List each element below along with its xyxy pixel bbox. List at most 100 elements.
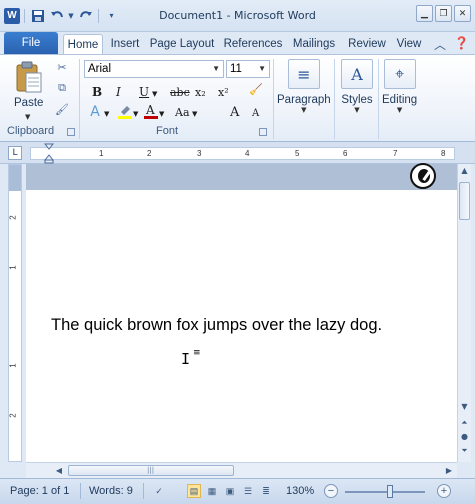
ruler-mark: 1: [8, 363, 18, 368]
status-bar: Page: 1 of 1 Words: 9 ✓ ▤ ▦ ▣ ☰ ≣ 130% −…: [0, 478, 475, 504]
close-icon[interactable]: ✕: [454, 5, 471, 22]
group-separator: [79, 59, 80, 139]
horizontal-ruler[interactable]: 1 2 3 4 5 6 7 8: [30, 147, 455, 160]
strikethrough-button[interactable]: abc: [170, 83, 190, 101]
styles-icon: A: [341, 59, 373, 89]
group-separator: [334, 59, 335, 139]
scroll-down-icon[interactable]: ▼: [458, 400, 471, 414]
select-browse-object-icon[interactable]: ●: [458, 430, 471, 444]
spelling-status-icon[interactable]: ✓: [152, 484, 166, 498]
change-case-dropdown-icon[interactable]: ▼: [192, 105, 197, 123]
zoom-level[interactable]: 130%: [286, 485, 314, 497]
grow-font-button[interactable]: A: [230, 103, 239, 121]
minimize-ribbon-icon[interactable]: ︿: [434, 36, 446, 53]
tab-view[interactable]: View: [394, 34, 424, 54]
scroll-right-icon[interactable]: ▶: [442, 463, 456, 478]
tab-review[interactable]: Review: [346, 34, 388, 54]
cut-icon[interactable]: ✂: [55, 61, 69, 75]
clear-formatting-icon[interactable]: 🧹: [249, 83, 263, 97]
underline-button[interactable]: U: [139, 83, 149, 101]
indent-marker-icon[interactable]: [44, 142, 54, 164]
outline-view-icon[interactable]: ☰: [241, 484, 255, 498]
title-bar: W ▼ ▾ Document1 - Microsoft Word ▁ ❐ ✕: [0, 0, 475, 32]
font-name-combo[interactable]: Arial ▼: [84, 60, 224, 78]
subscript-button[interactable]: x₂: [195, 83, 206, 101]
click-and-type-icon: ≡: [193, 348, 201, 358]
zoom-slider-thumb[interactable]: [387, 485, 393, 498]
editing-label: Editing: [382, 94, 418, 106]
horizontal-scroll-thumb[interactable]: |||: [68, 465, 234, 476]
ruler-mark: 4: [245, 149, 250, 158]
page-count[interactable]: Page: 1 of 1: [10, 485, 69, 497]
zoom-slider[interactable]: [345, 491, 425, 493]
styles-label: Styles: [341, 94, 373, 106]
ribbon-tabs: File Home Insert Page Layout References …: [0, 32, 475, 54]
paragraph-button[interactable]: ≡ Paragraph ▼: [277, 59, 331, 114]
previous-page-icon[interactable]: ⏶: [458, 416, 471, 430]
vertical-scrollbar[interactable]: ▲ ▼ ⏶ ● ⏷: [457, 164, 471, 462]
text-effects-dropdown-icon[interactable]: ▼: [104, 105, 109, 123]
ribbon-home: Paste ▼ ✂ ⧉ 🖌 Clipboard Arial ▼ 11 ▼ B I…: [0, 54, 475, 142]
draft-view-icon[interactable]: ≣: [259, 484, 273, 498]
tab-insert[interactable]: Insert: [106, 34, 144, 54]
paste-icon[interactable]: [14, 61, 44, 95]
editing-button[interactable]: ⌖ Editing ▼: [382, 59, 417, 114]
tab-references[interactable]: References: [222, 34, 284, 54]
horizontal-scrollbar[interactable]: ◀ ||| ▶: [26, 462, 457, 478]
italic-button[interactable]: I: [116, 83, 121, 101]
scroll-grip-icon: |||: [147, 466, 155, 474]
minimize-icon[interactable]: ▁: [416, 5, 433, 22]
word-count[interactable]: Words: 9: [89, 485, 133, 497]
font-group-label: Font: [156, 125, 179, 137]
shrink-font-button[interactable]: A: [252, 104, 259, 122]
tab-mailings[interactable]: Mailings: [290, 34, 338, 54]
pen-cursor-icon: [410, 163, 436, 189]
web-layout-icon[interactable]: ▣: [223, 484, 237, 498]
window-title: Document1 - Microsoft Word: [159, 9, 316, 22]
font-size-combo[interactable]: 11 ▼: [226, 60, 270, 78]
bold-button[interactable]: B: [92, 83, 102, 101]
chevron-down-icon[interactable]: ▼: [258, 61, 266, 77]
zoom-out-button[interactable]: −: [324, 484, 338, 498]
highlight-icon[interactable]: [118, 103, 132, 119]
vertical-ruler[interactable]: 2 1 1 2: [8, 164, 22, 462]
font-name-value: Arial: [88, 63, 112, 75]
clipboard-group-label: Clipboard: [7, 125, 55, 137]
tab-page-layout[interactable]: Page Layout: [148, 34, 216, 54]
print-layout-icon[interactable]: ▤: [187, 484, 201, 498]
styles-button[interactable]: A Styles ▼: [341, 59, 373, 114]
document-text[interactable]: The quick brown fox jumps over the lazy …: [51, 316, 382, 335]
underline-dropdown-icon[interactable]: ▼: [152, 85, 157, 103]
font-color-dropdown-icon[interactable]: ▼: [159, 105, 164, 123]
tab-file[interactable]: File: [4, 32, 58, 54]
font-launcher-icon[interactable]: [259, 128, 267, 136]
restore-icon[interactable]: ❐: [435, 5, 452, 22]
vertical-ruler-margin: [9, 165, 21, 191]
ruler-mark: 8: [441, 149, 446, 158]
scroll-up-icon[interactable]: ▲: [458, 164, 471, 178]
paragraph-icon: ≡: [287, 59, 320, 89]
ruler-mark: 1: [8, 265, 18, 270]
paste-dropdown-icon[interactable]: ▼: [25, 113, 30, 121]
paragraph-label: Paragraph: [277, 94, 331, 106]
chevron-down-icon[interactable]: ▼: [212, 61, 220, 77]
full-screen-reading-icon[interactable]: ▦: [205, 484, 219, 498]
superscript-button[interactable]: x²: [218, 83, 229, 101]
clipboard-launcher-icon[interactable]: [67, 128, 75, 136]
tab-home[interactable]: Home: [63, 34, 103, 54]
text-effects-icon[interactable]: A: [88, 105, 102, 119]
highlight-dropdown-icon[interactable]: ▼: [133, 105, 138, 123]
next-page-icon[interactable]: ⏷: [458, 444, 471, 458]
change-case-button[interactable]: Aa: [175, 103, 190, 121]
scroll-left-icon[interactable]: ◀: [52, 463, 66, 478]
tab-row-icons: ︿ ❓: [434, 36, 469, 53]
ibeam-cursor-icon: I: [181, 350, 191, 368]
copy-icon[interactable]: ⧉: [55, 81, 69, 95]
zoom-in-button[interactable]: +: [437, 484, 451, 498]
paste-button[interactable]: Paste: [14, 97, 43, 109]
tab-selector-button[interactable]: L: [8, 146, 22, 160]
format-painter-icon[interactable]: 🖌: [55, 103, 69, 117]
font-color-icon[interactable]: A: [144, 103, 158, 119]
vertical-scroll-thumb[interactable]: [459, 182, 470, 220]
help-icon[interactable]: ❓: [454, 36, 469, 53]
